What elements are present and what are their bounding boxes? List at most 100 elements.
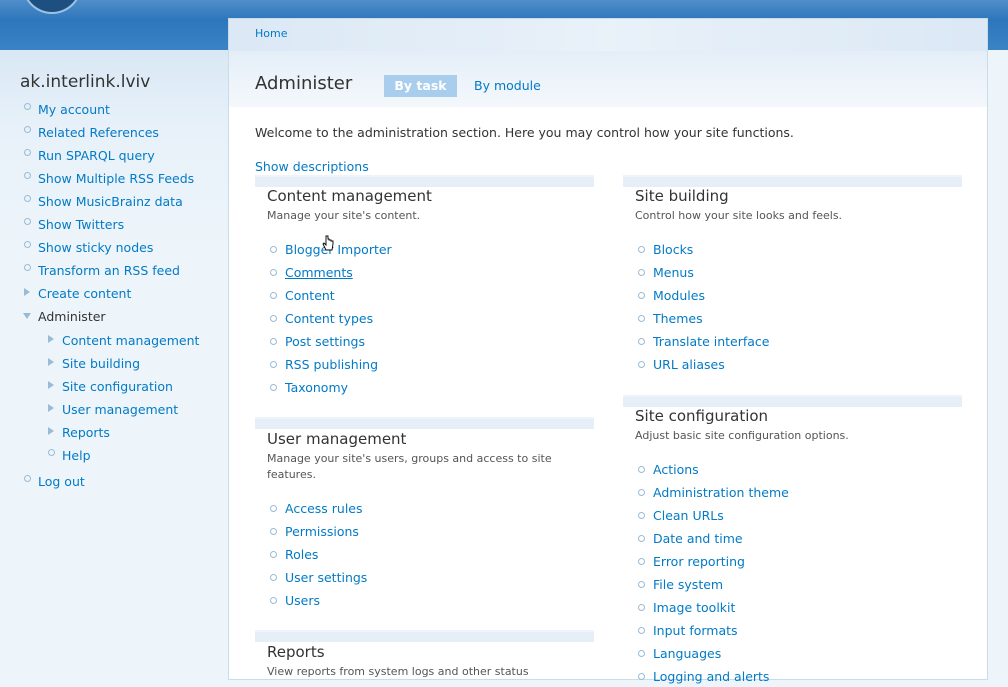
sidebar-subitem-site-building[interactable]: Site building — [48, 354, 140, 374]
sidebar-item-multiple-rss[interactable]: Show Multiple RSS Feeds — [24, 169, 194, 189]
admin-link-content[interactable]: Content — [270, 286, 335, 306]
admin-link-user-settings[interactable]: User settings — [270, 568, 367, 588]
sidebar-item-log-out[interactable]: Log out — [24, 472, 85, 492]
admin-link-permissions[interactable]: Permissions — [270, 522, 359, 542]
admin-link-content-types[interactable]: Content types — [270, 309, 373, 329]
admin-link-menus[interactable]: Menus — [638, 263, 694, 283]
admin-link-label[interactable]: Permissions — [285, 524, 359, 539]
bullet-icon — [638, 558, 645, 565]
admin-link-label[interactable]: Logging and alerts — [653, 669, 769, 684]
admin-link-label[interactable]: RSS publishing — [285, 357, 378, 372]
admin-link-blocks[interactable]: Blocks — [638, 240, 693, 260]
sidebar-item-label[interactable]: Create content — [38, 286, 131, 301]
sidebar-item-musicbrainz[interactable]: Show MusicBrainz data — [24, 192, 183, 212]
sidebar-item-label[interactable]: Log out — [38, 474, 85, 489]
sidebar-item-run-sparql[interactable]: Run SPARQL query — [24, 146, 155, 166]
sidebar-item-show-twitters[interactable]: Show Twitters — [24, 215, 124, 235]
admin-link-label[interactable]: Actions — [653, 462, 699, 477]
sidebar-subitem-user-management[interactable]: User management — [48, 400, 178, 420]
admin-link-translate-interface[interactable]: Translate interface — [638, 332, 769, 352]
sidebar-item-label[interactable]: User management — [62, 402, 178, 417]
admin-link-actions[interactable]: Actions — [638, 460, 699, 480]
sidebar-subitem-content-management[interactable]: Content management — [48, 331, 199, 351]
bullet-icon — [270, 597, 277, 604]
sidebar-item-label[interactable]: Show Multiple RSS Feeds — [38, 171, 194, 186]
collapsed-arrow-icon — [48, 358, 54, 366]
admin-link-label[interactable]: Comments — [285, 265, 353, 280]
site-logo[interactable] — [22, 0, 82, 14]
tab-by-task[interactable]: By task — [384, 75, 457, 97]
sidebar-item-label[interactable]: Administer — [38, 309, 106, 324]
admin-link-themes[interactable]: Themes — [638, 309, 703, 329]
admin-link-label[interactable]: Error reporting — [653, 554, 745, 569]
sidebar-item-label[interactable]: Transform an RSS feed — [38, 263, 180, 278]
admin-link-label[interactable]: File system — [653, 577, 723, 592]
show-descriptions-link[interactable]: Show descriptions — [255, 159, 369, 174]
sidebar-item-label[interactable]: Site building — [62, 356, 140, 371]
admin-link-label[interactable]: Roles — [285, 547, 318, 562]
admin-link-label[interactable]: Blocks — [653, 242, 693, 257]
admin-link-error-reporting[interactable]: Error reporting — [638, 552, 745, 572]
admin-link-roles[interactable]: Roles — [270, 545, 318, 565]
sidebar-item-create-content[interactable]: Create content — [24, 284, 131, 304]
sidebar-item-label[interactable]: My account — [38, 102, 110, 117]
breadcrumb-home[interactable]: Home — [255, 27, 287, 40]
admin-link-label[interactable]: Users — [285, 593, 320, 608]
admin-link-label[interactable]: Administration theme — [653, 485, 789, 500]
sidebar-item-sticky-nodes[interactable]: Show sticky nodes — [24, 238, 153, 258]
tab-by-module[interactable]: By module — [474, 75, 541, 97]
sidebar-item-label[interactable]: Run SPARQL query — [38, 148, 155, 163]
admin-link-clean-urls[interactable]: Clean URLs — [638, 506, 724, 526]
bullet-icon — [638, 466, 645, 473]
admin-link-label[interactable]: User settings — [285, 570, 367, 585]
panel-desc: Manage your site's users, groups and acc… — [267, 452, 552, 481]
admin-link-label[interactable]: Content — [285, 288, 335, 303]
admin-link-label[interactable]: Blogger Importer — [285, 242, 392, 257]
admin-link-label[interactable]: Languages — [653, 646, 721, 661]
admin-link-label[interactable]: Date and time — [653, 531, 743, 546]
admin-link-label[interactable]: Image toolkit — [653, 600, 735, 615]
admin-link-label[interactable]: Clean URLs — [653, 508, 724, 523]
admin-link-modules[interactable]: Modules — [638, 286, 705, 306]
sidebar-item-label[interactable]: Reports — [62, 425, 110, 440]
admin-link-comments[interactable]: Comments — [270, 263, 353, 283]
admin-link-label[interactable]: Modules — [653, 288, 705, 303]
admin-link-label[interactable]: Post settings — [285, 334, 365, 349]
admin-link-file-system[interactable]: File system — [638, 575, 723, 595]
sidebar-item-my-account[interactable]: My account — [24, 100, 110, 120]
sidebar-subitem-help[interactable]: Help — [48, 446, 91, 466]
sidebar-item-label[interactable]: Show Twitters — [38, 217, 124, 232]
sidebar-item-label[interactable]: Help — [62, 448, 91, 463]
admin-link-image-toolkit[interactable]: Image toolkit — [638, 598, 735, 618]
sidebar-item-label[interactable]: Show sticky nodes — [38, 240, 153, 255]
admin-link-url-aliases[interactable]: URL aliases — [638, 355, 725, 375]
admin-link-administration-theme[interactable]: Administration theme — [638, 483, 789, 503]
admin-link-label[interactable]: Access rules — [285, 501, 363, 516]
admin-link-rss-publishing[interactable]: RSS publishing — [270, 355, 378, 375]
admin-link-post-settings[interactable]: Post settings — [270, 332, 365, 352]
admin-link-label[interactable]: Input formats — [653, 623, 738, 638]
sidebar-subitem-site-configuration[interactable]: Site configuration — [48, 377, 173, 397]
admin-link-logging-and-alerts[interactable]: Logging and alerts — [638, 667, 769, 687]
admin-link-users[interactable]: Users — [270, 591, 320, 611]
sidebar-item-label[interactable]: Site configuration — [62, 379, 173, 394]
admin-link-label[interactable]: URL aliases — [653, 357, 725, 372]
sidebar-item-administer[interactable]: Administer — [23, 307, 106, 327]
admin-link-label[interactable]: Taxonomy — [285, 380, 348, 395]
sidebar-item-label[interactable]: Related References — [38, 125, 159, 140]
admin-link-taxonomy[interactable]: Taxonomy — [270, 378, 348, 398]
sidebar-subitem-reports[interactable]: Reports — [48, 423, 110, 443]
sidebar-item-related-references[interactable]: Related References — [24, 123, 159, 143]
admin-link-label[interactable]: Themes — [653, 311, 703, 326]
sidebar-item-label[interactable]: Content management — [62, 333, 199, 348]
admin-link-access-rules[interactable]: Access rules — [270, 499, 363, 519]
admin-link-label[interactable]: Translate interface — [653, 334, 769, 349]
admin-link-input-formats[interactable]: Input formats — [638, 621, 738, 641]
sidebar-item-label[interactable]: Show MusicBrainz data — [38, 194, 183, 209]
admin-link-date-and-time[interactable]: Date and time — [638, 529, 743, 549]
sidebar-item-transform-rss[interactable]: Transform an RSS feed — [24, 261, 180, 281]
admin-link-label[interactable]: Content types — [285, 311, 373, 326]
admin-link-label[interactable]: Menus — [653, 265, 694, 280]
admin-link-languages[interactable]: Languages — [638, 644, 721, 664]
admin-link-blogger-importer[interactable]: Blogger Importer — [270, 240, 392, 260]
